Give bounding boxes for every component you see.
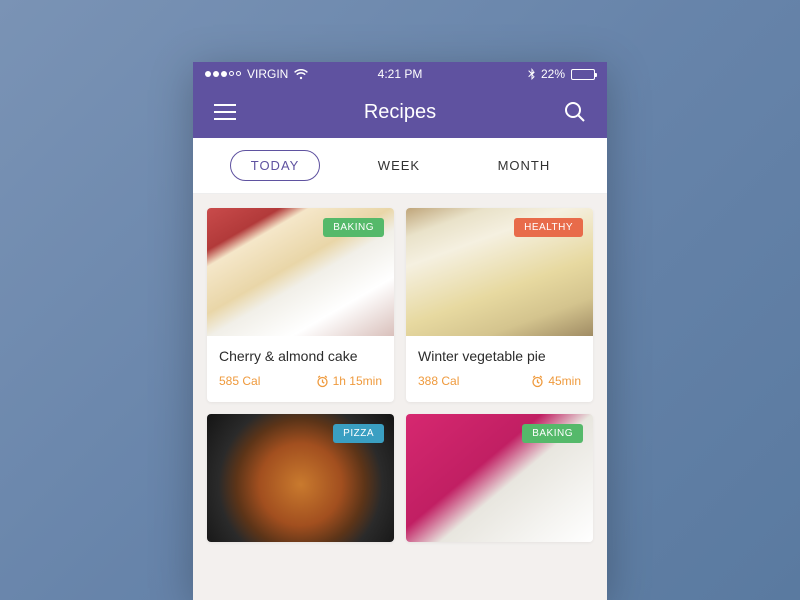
time-label: 45min	[531, 374, 581, 388]
page-title: Recipes	[237, 101, 563, 124]
category-badge: PIZZA	[333, 424, 384, 443]
bluetooth-icon	[528, 68, 535, 80]
status-right: 22%	[422, 67, 595, 81]
recipe-title: Cherry & almond cake	[219, 348, 382, 364]
recipe-card[interactable]: BAKING Cherry & almond cake 585 Cal 1h 1…	[207, 208, 394, 402]
category-badge: HEALTHY	[514, 218, 583, 237]
recipe-meta: 585 Cal 1h 15min	[219, 374, 382, 388]
card-body: Winter vegetable pie 388 Cal 45min	[406, 336, 593, 402]
recipe-image: HEALTHY	[406, 208, 593, 336]
tab-today[interactable]: TODAY	[230, 150, 321, 181]
search-button[interactable]	[563, 100, 587, 124]
recipe-title: Winter vegetable pie	[418, 348, 581, 364]
battery-icon	[571, 69, 595, 80]
time-label: 1h 15min	[316, 374, 382, 388]
category-badge: BAKING	[323, 218, 384, 237]
phone-frame: VIRGIN 4:21 PM 22% Recipes TODAY WEEK MO…	[193, 62, 607, 600]
nav-bar: Recipes	[193, 86, 607, 138]
wifi-icon	[294, 69, 308, 80]
time-value: 1h 15min	[333, 374, 382, 388]
calories-label: 585 Cal	[219, 374, 260, 388]
status-left: VIRGIN	[205, 67, 378, 81]
tab-month[interactable]: MONTH	[478, 151, 571, 180]
tab-week[interactable]: WEEK	[358, 151, 440, 180]
battery-percent: 22%	[541, 67, 565, 81]
recipe-card[interactable]: HEALTHY Winter vegetable pie 388 Cal 45m…	[406, 208, 593, 402]
recipe-meta: 388 Cal 45min	[418, 374, 581, 388]
search-icon	[564, 101, 586, 123]
hamburger-icon	[214, 104, 236, 120]
category-badge: BAKING	[522, 424, 583, 443]
clock-icon	[531, 375, 544, 388]
card-body: Cherry & almond cake 585 Cal 1h 15min	[207, 336, 394, 402]
clock-icon	[316, 375, 329, 388]
recipe-image: BAKING	[406, 414, 593, 542]
recipe-grid: BAKING Cherry & almond cake 585 Cal 1h 1…	[193, 194, 607, 542]
recipe-card[interactable]: BAKING	[406, 414, 593, 542]
carrier-label: VIRGIN	[247, 67, 288, 81]
calories-label: 388 Cal	[418, 374, 459, 388]
recipe-image: PIZZA	[207, 414, 394, 542]
status-bar: VIRGIN 4:21 PM 22%	[193, 62, 607, 86]
signal-dots-icon	[205, 71, 241, 77]
time-value: 45min	[548, 374, 581, 388]
menu-button[interactable]	[213, 100, 237, 124]
recipe-image: BAKING	[207, 208, 394, 336]
recipe-card[interactable]: PIZZA	[207, 414, 394, 542]
tabs: TODAY WEEK MONTH	[193, 138, 607, 194]
status-time: 4:21 PM	[378, 67, 423, 81]
